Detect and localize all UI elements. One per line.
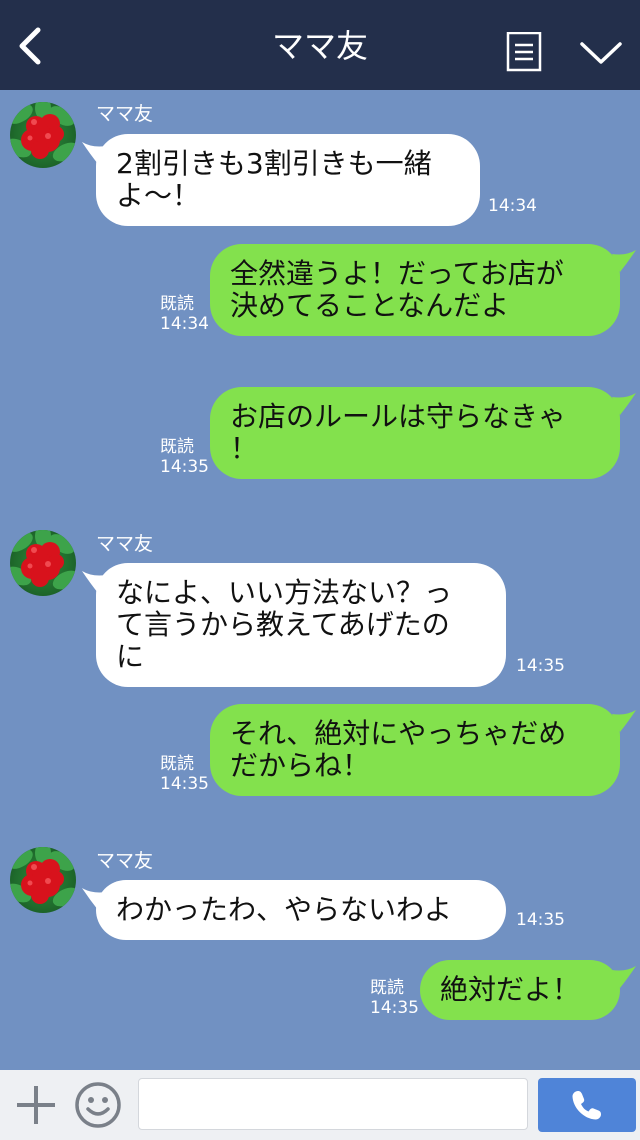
read-receipt: 既読 14:35 xyxy=(160,437,209,477)
chat-header: ママ友 xyxy=(0,0,640,90)
message-time: 14:35 xyxy=(516,910,565,930)
document-list-icon xyxy=(506,31,542,72)
outgoing-message-bubble[interactable]: お店のルールは守らなきゃ ！ xyxy=(210,387,620,479)
avatar[interactable] xyxy=(10,102,76,168)
chat-title: ママ友 xyxy=(271,27,368,65)
message-time: 14:35 xyxy=(160,457,209,477)
chevron-down-icon xyxy=(580,42,622,64)
read-status: 既読 xyxy=(160,754,194,774)
incoming-message-bubble[interactable]: 2割引きも3割引きも一緒 よ～！ xyxy=(96,134,480,226)
bubble-tail xyxy=(82,142,106,164)
bubble-tail xyxy=(82,888,106,910)
message-time: 14:34 xyxy=(488,196,537,216)
expand-button[interactable] xyxy=(578,36,624,70)
bubble-tail xyxy=(612,710,636,732)
message-time: 14:35 xyxy=(516,656,565,676)
read-status: 既読 xyxy=(160,294,194,314)
call-button[interactable] xyxy=(538,1078,636,1132)
sender-name: ママ友 xyxy=(96,103,154,125)
menu-button[interactable] xyxy=(506,31,542,72)
add-button[interactable] xyxy=(14,1083,58,1127)
read-receipt: 既読 14:35 xyxy=(370,978,419,1018)
smiley-icon xyxy=(75,1082,121,1128)
incoming-message-bubble[interactable]: わかったわ、やらないわよ xyxy=(96,880,506,940)
message-time: 14:34 xyxy=(160,314,209,334)
outgoing-message-bubble[interactable]: 絶対だよ！ xyxy=(420,960,620,1020)
message-time: 14:35 xyxy=(370,998,419,1018)
emoji-button[interactable] xyxy=(74,1081,122,1129)
bubble-tail xyxy=(612,393,636,415)
message-input[interactable] xyxy=(138,1078,528,1130)
read-status: 既読 xyxy=(160,437,194,457)
red-flower-picture xyxy=(10,102,76,162)
message-time: 14:35 xyxy=(160,774,209,794)
message-list[interactable]: ママ友 2割引きも3割引きも一緒 よ～！ 14:34 全然違うよ！だってお店が 決めて… xyxy=(0,90,640,1070)
bubble-tail xyxy=(82,571,106,593)
red-flower-picture xyxy=(10,847,76,907)
input-bar xyxy=(0,1070,640,1140)
sender-name: ママ友 xyxy=(96,850,154,872)
plus-icon xyxy=(17,1086,55,1124)
outgoing-message-bubble[interactable]: 全然違うよ！だってお店が 決めてることなんだよ xyxy=(210,244,620,336)
read-status: 既読 xyxy=(370,978,404,998)
phone-icon xyxy=(572,1091,601,1120)
read-receipt: 既読 14:34 xyxy=(160,294,209,334)
red-flower-picture xyxy=(10,530,76,590)
bubble-tail xyxy=(612,250,636,272)
sender-name: ママ友 xyxy=(96,533,154,555)
outgoing-message-bubble[interactable]: それ、絶対にやっちゃだめ だからね！ xyxy=(210,704,620,796)
read-receipt: 既読 14:35 xyxy=(160,754,209,794)
avatar[interactable] xyxy=(10,530,76,596)
incoming-message-bubble[interactable]: なによ、いい方法ない？っ て言うから教えてあげたの に xyxy=(96,563,506,687)
bubble-tail xyxy=(612,966,636,988)
avatar[interactable] xyxy=(10,847,76,913)
